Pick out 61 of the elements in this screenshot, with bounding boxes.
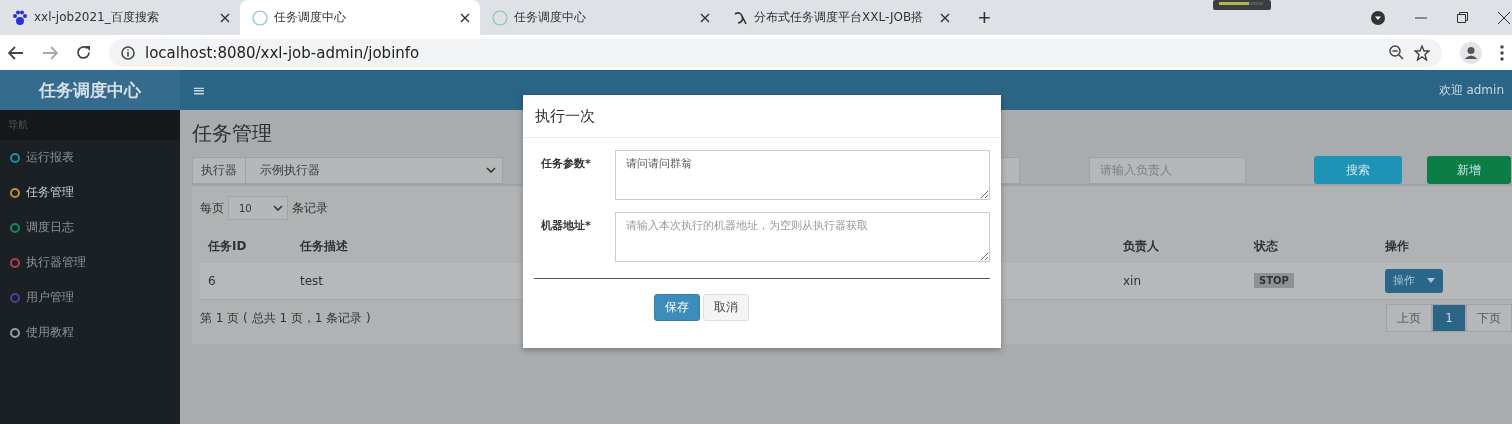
- new-tab-button[interactable]: +: [972, 0, 997, 35]
- back-icon[interactable]: [8, 45, 24, 60]
- profile-icon[interactable]: [1460, 41, 1482, 64]
- sidebar-item[interactable]: 调度日志: [0, 210, 180, 245]
- close-icon[interactable]: [460, 12, 470, 23]
- address-bar[interactable]: localhost:8080/xxl-job-admin/jobinfo: [109, 38, 1442, 67]
- page-button[interactable]: 下页: [1466, 304, 1512, 332]
- page-title: 任务管理: [192, 120, 273, 147]
- widget-drawing: [1213, 0, 1271, 10]
- user-menu[interactable]: 欢迎 admin: [1438, 81, 1504, 99]
- close-icon[interactable]: [1498, 11, 1510, 24]
- sidebar-item[interactable]: 运行报表: [0, 140, 180, 175]
- browser-tab[interactable]: 任务调度中心: [480, 0, 720, 35]
- minimize-icon[interactable]: [1415, 16, 1427, 19]
- modal-title: 执行一次: [523, 95, 1001, 138]
- restore-icon[interactable]: [1457, 12, 1468, 23]
- chevron-icon: [273, 205, 283, 211]
- star-icon[interactable]: [1414, 44, 1430, 61]
- status-badge: STOP: [1254, 273, 1294, 288]
- close-icon[interactable]: [700, 12, 710, 23]
- page-button[interactable]: 上页: [1386, 304, 1432, 332]
- close-icon[interactable]: [220, 12, 230, 23]
- zoom-out-icon[interactable]: [1389, 45, 1404, 60]
- glyph-icon: [732, 9, 748, 26]
- browser-tab[interactable]: 任务调度中心: [240, 0, 480, 35]
- save-button[interactable]: 保存: [654, 294, 700, 321]
- sidebar-item[interactable]: 使用教程: [0, 315, 180, 350]
- action-button[interactable]: 操作: [1385, 268, 1443, 293]
- pager-info: 第 1 页 ( 总共 1 页，1 条记录 ): [200, 309, 371, 327]
- more-icon[interactable]: [1500, 44, 1504, 61]
- paw-icon: [12, 9, 28, 26]
- table-cell: xin: [1115, 262, 1246, 300]
- browser-tab[interactable]: 分布式任务调度平台XXL-JOB搭: [720, 0, 960, 35]
- add-button[interactable]: 新增: [1427, 156, 1511, 184]
- page-button[interactable]: 1: [1432, 304, 1466, 332]
- sidebar-item[interactable]: 执行器管理: [0, 245, 180, 280]
- close-icon[interactable]: [940, 12, 950, 23]
- sidebar-item[interactable]: 用户管理: [0, 280, 180, 315]
- table-cell: 6: [200, 262, 292, 300]
- text-area[interactable]: 请问请问群翁: [615, 150, 990, 200]
- field-label: 机器地址*: [541, 218, 592, 234]
- browser-tab[interactable]: xxl-job2021_百度搜索: [0, 0, 240, 35]
- dropdown-icon[interactable]: [1371, 10, 1385, 25]
- records-label: 条记录: [292, 199, 328, 217]
- caret-icon: [1427, 278, 1435, 283]
- info-icon: [121, 45, 135, 60]
- sidebar-item[interactable]: 任务管理: [0, 175, 180, 210]
- per-page-label: 每页: [200, 199, 224, 217]
- chevron-icon: [486, 167, 496, 173]
- text-area[interactable]: 请输入本次执行的机器地址，为空则从执行器获取: [615, 212, 990, 262]
- app-logo: 任务调度中心: [0, 70, 180, 110]
- page-size-select[interactable]: 10: [228, 196, 288, 220]
- url-text: localhost:8080/xxl-job-admin/jobinfo: [145, 43, 420, 62]
- search-button[interactable]: 搜索: [1314, 156, 1402, 184]
- executor-select[interactable]: 执行器 示例执行器: [192, 156, 503, 184]
- cancel-button[interactable]: 取消: [703, 294, 749, 321]
- menu-icon[interactable]: ≡: [192, 80, 206, 100]
- reload-icon[interactable]: [76, 45, 91, 60]
- ring-icon: [252, 9, 268, 26]
- field-label: 任务参数*: [541, 156, 592, 172]
- ring-icon: [492, 9, 508, 26]
